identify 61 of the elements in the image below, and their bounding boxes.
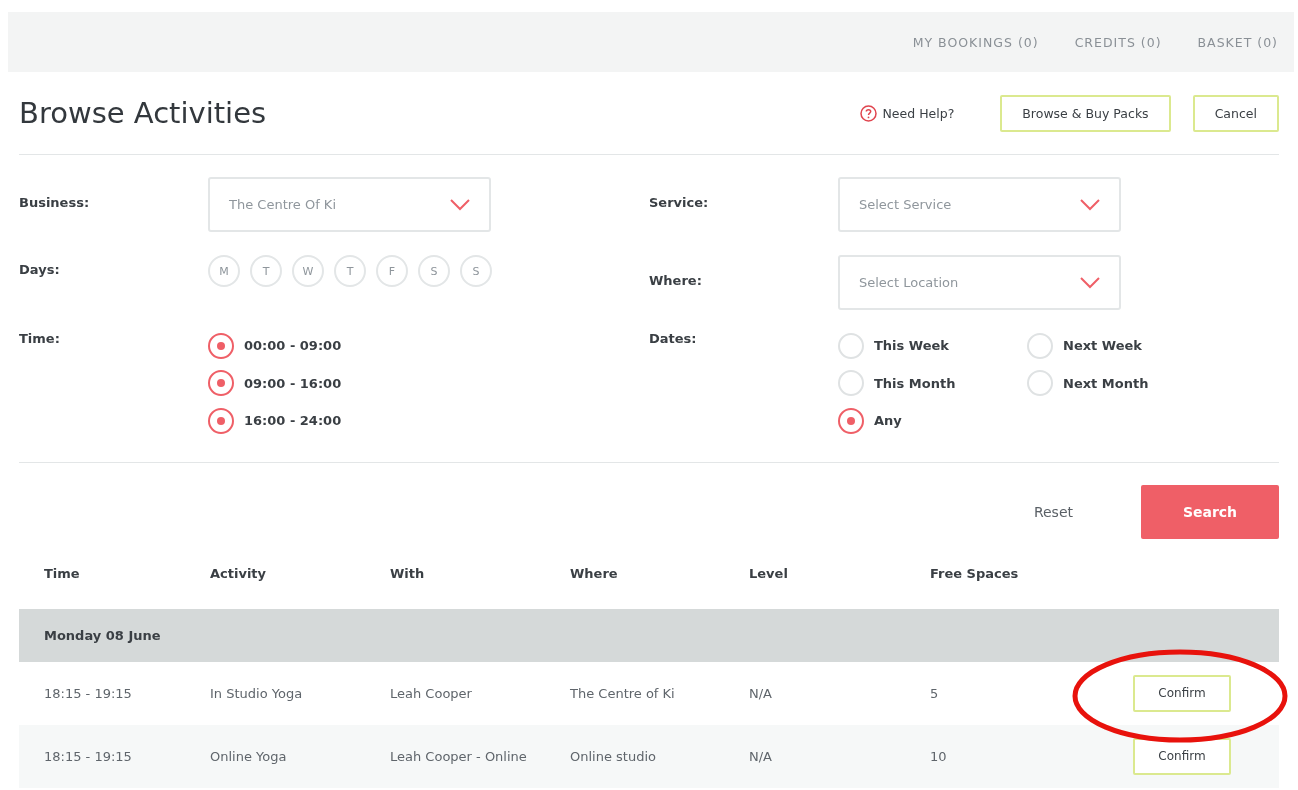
table-cell-text: The Centre of Ki xyxy=(570,685,676,701)
table-cell-text: N/A xyxy=(749,685,773,701)
table-cell-text: Leah Cooper - Online xyxy=(390,748,528,764)
table-cell-text: Online Yoga xyxy=(210,748,288,764)
column-header: Free Spaces xyxy=(930,566,1020,581)
day-toggle[interactable]: S xyxy=(418,255,450,287)
radio-button[interactable] xyxy=(208,407,234,434)
radio-label: Next Week xyxy=(1063,338,1142,354)
field-label: Where: xyxy=(649,273,703,288)
browse-packs-button[interactable]: Browse & Buy Packs xyxy=(1000,94,1171,132)
cancel-button[interactable]: Cancel xyxy=(1192,94,1279,132)
field-label: Days: xyxy=(19,262,61,277)
radio-label: Next Month xyxy=(1063,375,1149,391)
table-cell-text: N/A xyxy=(749,748,773,764)
radio-label: This Month xyxy=(874,375,956,391)
nav-link[interactable]: CREDITS (0) xyxy=(1074,34,1162,50)
radio-label: 16:00 - 24:00 xyxy=(244,413,342,429)
day-toggle[interactable]: F xyxy=(376,255,408,287)
field-label: Service: xyxy=(649,195,710,210)
table-cell-text: Online studio xyxy=(570,748,657,764)
radio-label: 09:00 - 16:00 xyxy=(244,375,342,391)
chevron-down-icon xyxy=(1079,276,1101,289)
column-header: Time xyxy=(44,566,81,581)
field-label: Time: xyxy=(19,331,61,346)
day-toggle[interactable]: M xyxy=(208,255,240,287)
help-icon xyxy=(859,104,877,122)
day-toggle[interactable]: T xyxy=(250,255,282,287)
column-header: Where xyxy=(570,566,619,581)
nav-link[interactable]: MY BOOKINGS (0) xyxy=(912,34,1039,50)
field-label: Business: xyxy=(19,195,91,210)
date-group-header: Monday 08 June xyxy=(19,608,1279,662)
business-select[interactable]: The Centre Of Ki xyxy=(208,177,491,232)
location-select[interactable]: Select Location xyxy=(838,255,1121,310)
day-toggle[interactable]: S xyxy=(460,255,492,287)
table-cell-text: In Studio Yoga xyxy=(210,685,304,701)
chevron-down-icon xyxy=(449,198,471,211)
nav-link[interactable]: BASKET (0) xyxy=(1197,34,1278,50)
reset-button[interactable]: Reset xyxy=(1027,502,1079,521)
page-title: Browse Activities xyxy=(19,96,268,130)
table-cell-text: 18:15 - 19:15 xyxy=(44,685,133,701)
radio-button[interactable] xyxy=(838,407,864,434)
table-cell-text: Leah Cooper xyxy=(390,685,473,701)
column-header: Activity xyxy=(210,566,268,581)
help-link[interactable]: Need Help? xyxy=(859,104,955,122)
chevron-down-icon xyxy=(1079,198,1101,211)
radio-label: This Week xyxy=(874,338,949,354)
field-label: Dates: xyxy=(649,331,698,346)
day-toggle[interactable]: W xyxy=(292,255,324,287)
column-header: With xyxy=(390,566,426,581)
radio-label: Any xyxy=(874,413,902,429)
service-select[interactable]: Select Service xyxy=(838,177,1121,232)
radio-label: 00:00 - 09:00 xyxy=(244,338,342,354)
radio-button[interactable] xyxy=(208,370,234,397)
table-cell-text: 18:15 - 19:15 xyxy=(44,748,133,764)
table-cell-text: 10 xyxy=(930,748,948,764)
table-cell-text: 5 xyxy=(930,685,940,701)
day-toggle[interactable]: T xyxy=(334,255,366,287)
column-header: Level xyxy=(749,566,789,581)
search-button[interactable]: Search xyxy=(1141,484,1279,539)
confirm-button[interactable]: Confirm xyxy=(1133,674,1231,712)
radio-button[interactable] xyxy=(208,332,234,359)
